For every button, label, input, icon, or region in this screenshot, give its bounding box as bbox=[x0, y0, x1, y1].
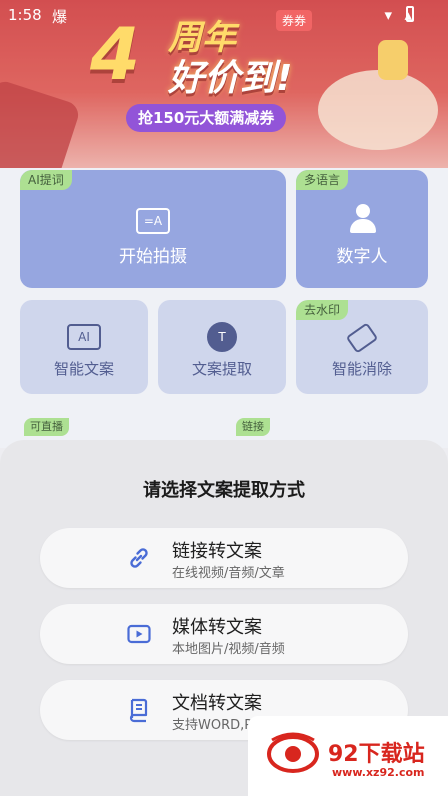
gamepad-logo-icon bbox=[267, 732, 319, 773]
option-subtitle: 在线视频/音频/文章 bbox=[172, 566, 285, 581]
option-link-to-text[interactable]: 链接转文案 在线视频/音频/文章 bbox=[40, 528, 408, 588]
watermark-url: www.xz92.com bbox=[332, 766, 425, 779]
watermark-name: 92下载站 bbox=[328, 742, 425, 767]
option-media-to-text[interactable]: 媒体转文案 本地图片/视频/音频 bbox=[40, 604, 408, 664]
option-title: 文档转文案 bbox=[172, 693, 262, 714]
option-title: 媒体转文案 bbox=[172, 617, 262, 638]
option-title: 链接转文案 bbox=[172, 541, 262, 562]
option-subtitle: 本地图片/视频/音频 bbox=[172, 642, 285, 657]
document-icon bbox=[129, 698, 148, 723]
sheet-title: 请选择文案提取方式 bbox=[143, 480, 305, 501]
media-icon bbox=[127, 624, 151, 644]
link-icon bbox=[130, 548, 148, 568]
site-watermark: 92下载站 www.xz92.com bbox=[248, 716, 448, 796]
